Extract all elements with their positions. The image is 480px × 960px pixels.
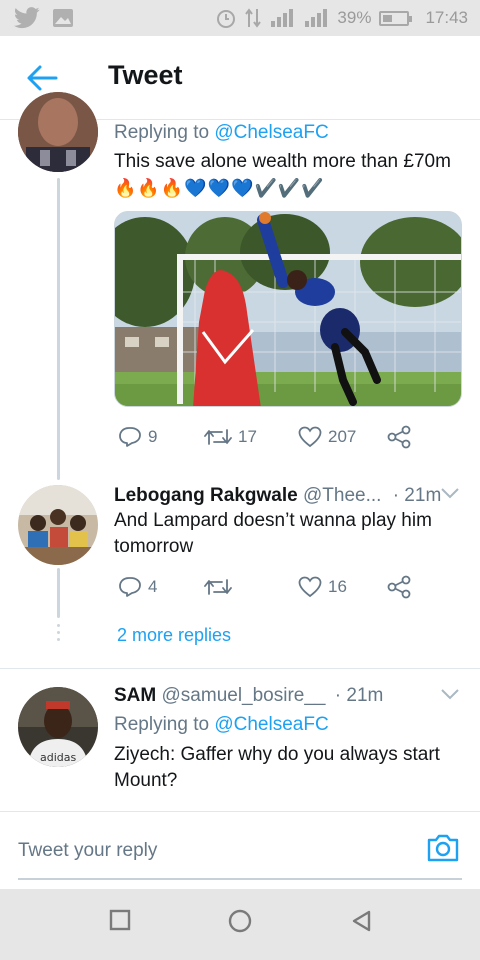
retweet-icon: [204, 429, 232, 445]
reply-button[interactable]: 9: [118, 426, 157, 448]
avatar-image: [18, 92, 98, 172]
avatar[interactable]: adidas: [18, 687, 98, 767]
chevron-down-icon[interactable]: [440, 487, 460, 499]
tweet-body-line: Mount?: [114, 770, 178, 791]
tweet-time: · 21m: [334, 685, 384, 706]
tweet-body-line: tomorrow: [114, 536, 194, 557]
tweet-body: This save alone wealth more than £70m: [114, 151, 451, 172]
tweet-header: SAM @samuel_bosire__ · 21m: [114, 683, 383, 709]
author-handle[interactable]: @Thee...: [303, 485, 381, 506]
avatar-image: adidas: [18, 687, 98, 767]
twitter-icon: [14, 7, 40, 29]
author-name[interactable]: SAM: [114, 685, 156, 706]
tweet-media-image[interactable]: [114, 211, 462, 407]
like-button[interactable]: 16: [298, 576, 347, 598]
avatar[interactable]: [18, 485, 98, 565]
clock: 17:43: [425, 8, 468, 27]
tweet-body-line: Ziyech: Gaffer why do you always start: [114, 744, 440, 765]
thread-line: [57, 178, 60, 480]
recents-square-icon[interactable]: [109, 909, 131, 931]
image-icon: [53, 9, 73, 27]
tweet-body-line: And Lampard doesn’t wanna play him: [114, 510, 432, 531]
thread-dots: [57, 631, 60, 634]
retweet-button[interactable]: 17: [204, 426, 257, 448]
home-circle-icon[interactable]: [228, 909, 252, 933]
tweet-emojis: 🔥🔥🔥💙💙💙✔️✔️✔️: [114, 178, 325, 199]
retweet-icon: [204, 579, 232, 595]
status-bar: 39% 17:43: [0, 0, 480, 36]
avatar-image: [18, 485, 98, 565]
replying-to: Replying to @ChelseaFC: [114, 120, 329, 146]
like-button[interactable]: 207: [298, 426, 356, 448]
mention-link[interactable]: @ChelseaFC: [214, 714, 328, 735]
page-title: Tweet: [108, 60, 183, 90]
signal-icon: [305, 9, 328, 27]
replying-to: Replying to @ChelseaFC: [114, 712, 329, 738]
share-button[interactable]: [386, 425, 412, 449]
share-button[interactable]: [386, 575, 412, 599]
arrow-left-icon[interactable]: [26, 64, 58, 92]
share-icon: [387, 575, 411, 599]
reply-input[interactable]: Tweet your reply: [18, 840, 157, 862]
like-count: 16: [328, 577, 347, 596]
author-handle[interactable]: @samuel_bosire__: [162, 685, 326, 706]
tweet-header: Lebogang Rakgwale @Thee... · 21m: [114, 483, 441, 509]
thread-dots: [57, 638, 60, 641]
tweet-time: · 21m: [392, 485, 442, 506]
camera-icon[interactable]: [426, 832, 460, 864]
chevron-down-icon[interactable]: [440, 688, 460, 700]
share-icon: [387, 425, 411, 449]
thread-dots: [57, 624, 60, 627]
battery-icon: [379, 10, 413, 26]
battery-percent: 39%: [337, 8, 372, 27]
heart-icon: [298, 426, 322, 448]
reply-bar: Tweet your reply: [0, 811, 480, 889]
goalkeeper-photo: [115, 212, 461, 406]
data-transfer-icon: [245, 8, 262, 28]
signal-icon: [271, 9, 294, 27]
divider: [0, 668, 480, 669]
battery-level: [383, 14, 393, 22]
reply-icon: [119, 577, 141, 597]
reply-button[interactable]: 4: [118, 576, 157, 598]
system-nav-bar: [0, 889, 480, 960]
thread-line: [57, 568, 60, 618]
retweet-button[interactable]: [204, 576, 238, 598]
avatar[interactable]: [18, 92, 98, 172]
replying-prefix: Replying to: [114, 122, 210, 143]
replying-prefix: Replying to: [114, 714, 210, 735]
reply-count: 9: [148, 427, 158, 446]
mention-link[interactable]: @ChelseaFC: [214, 122, 328, 143]
heart-icon: [298, 576, 322, 598]
reply-count: 4: [148, 577, 158, 596]
svg-text:adidas: adidas: [40, 751, 77, 764]
alarm-icon: [217, 10, 236, 28]
reply-underline: [18, 878, 462, 880]
more-replies-link[interactable]: 2 more replies: [117, 622, 231, 648]
retweet-count: 17: [238, 427, 257, 446]
like-count: 207: [328, 427, 357, 446]
reply-icon: [119, 427, 141, 447]
author-name[interactable]: Lebogang Rakgwale: [114, 485, 298, 506]
back-triangle-icon[interactable]: [350, 909, 372, 933]
